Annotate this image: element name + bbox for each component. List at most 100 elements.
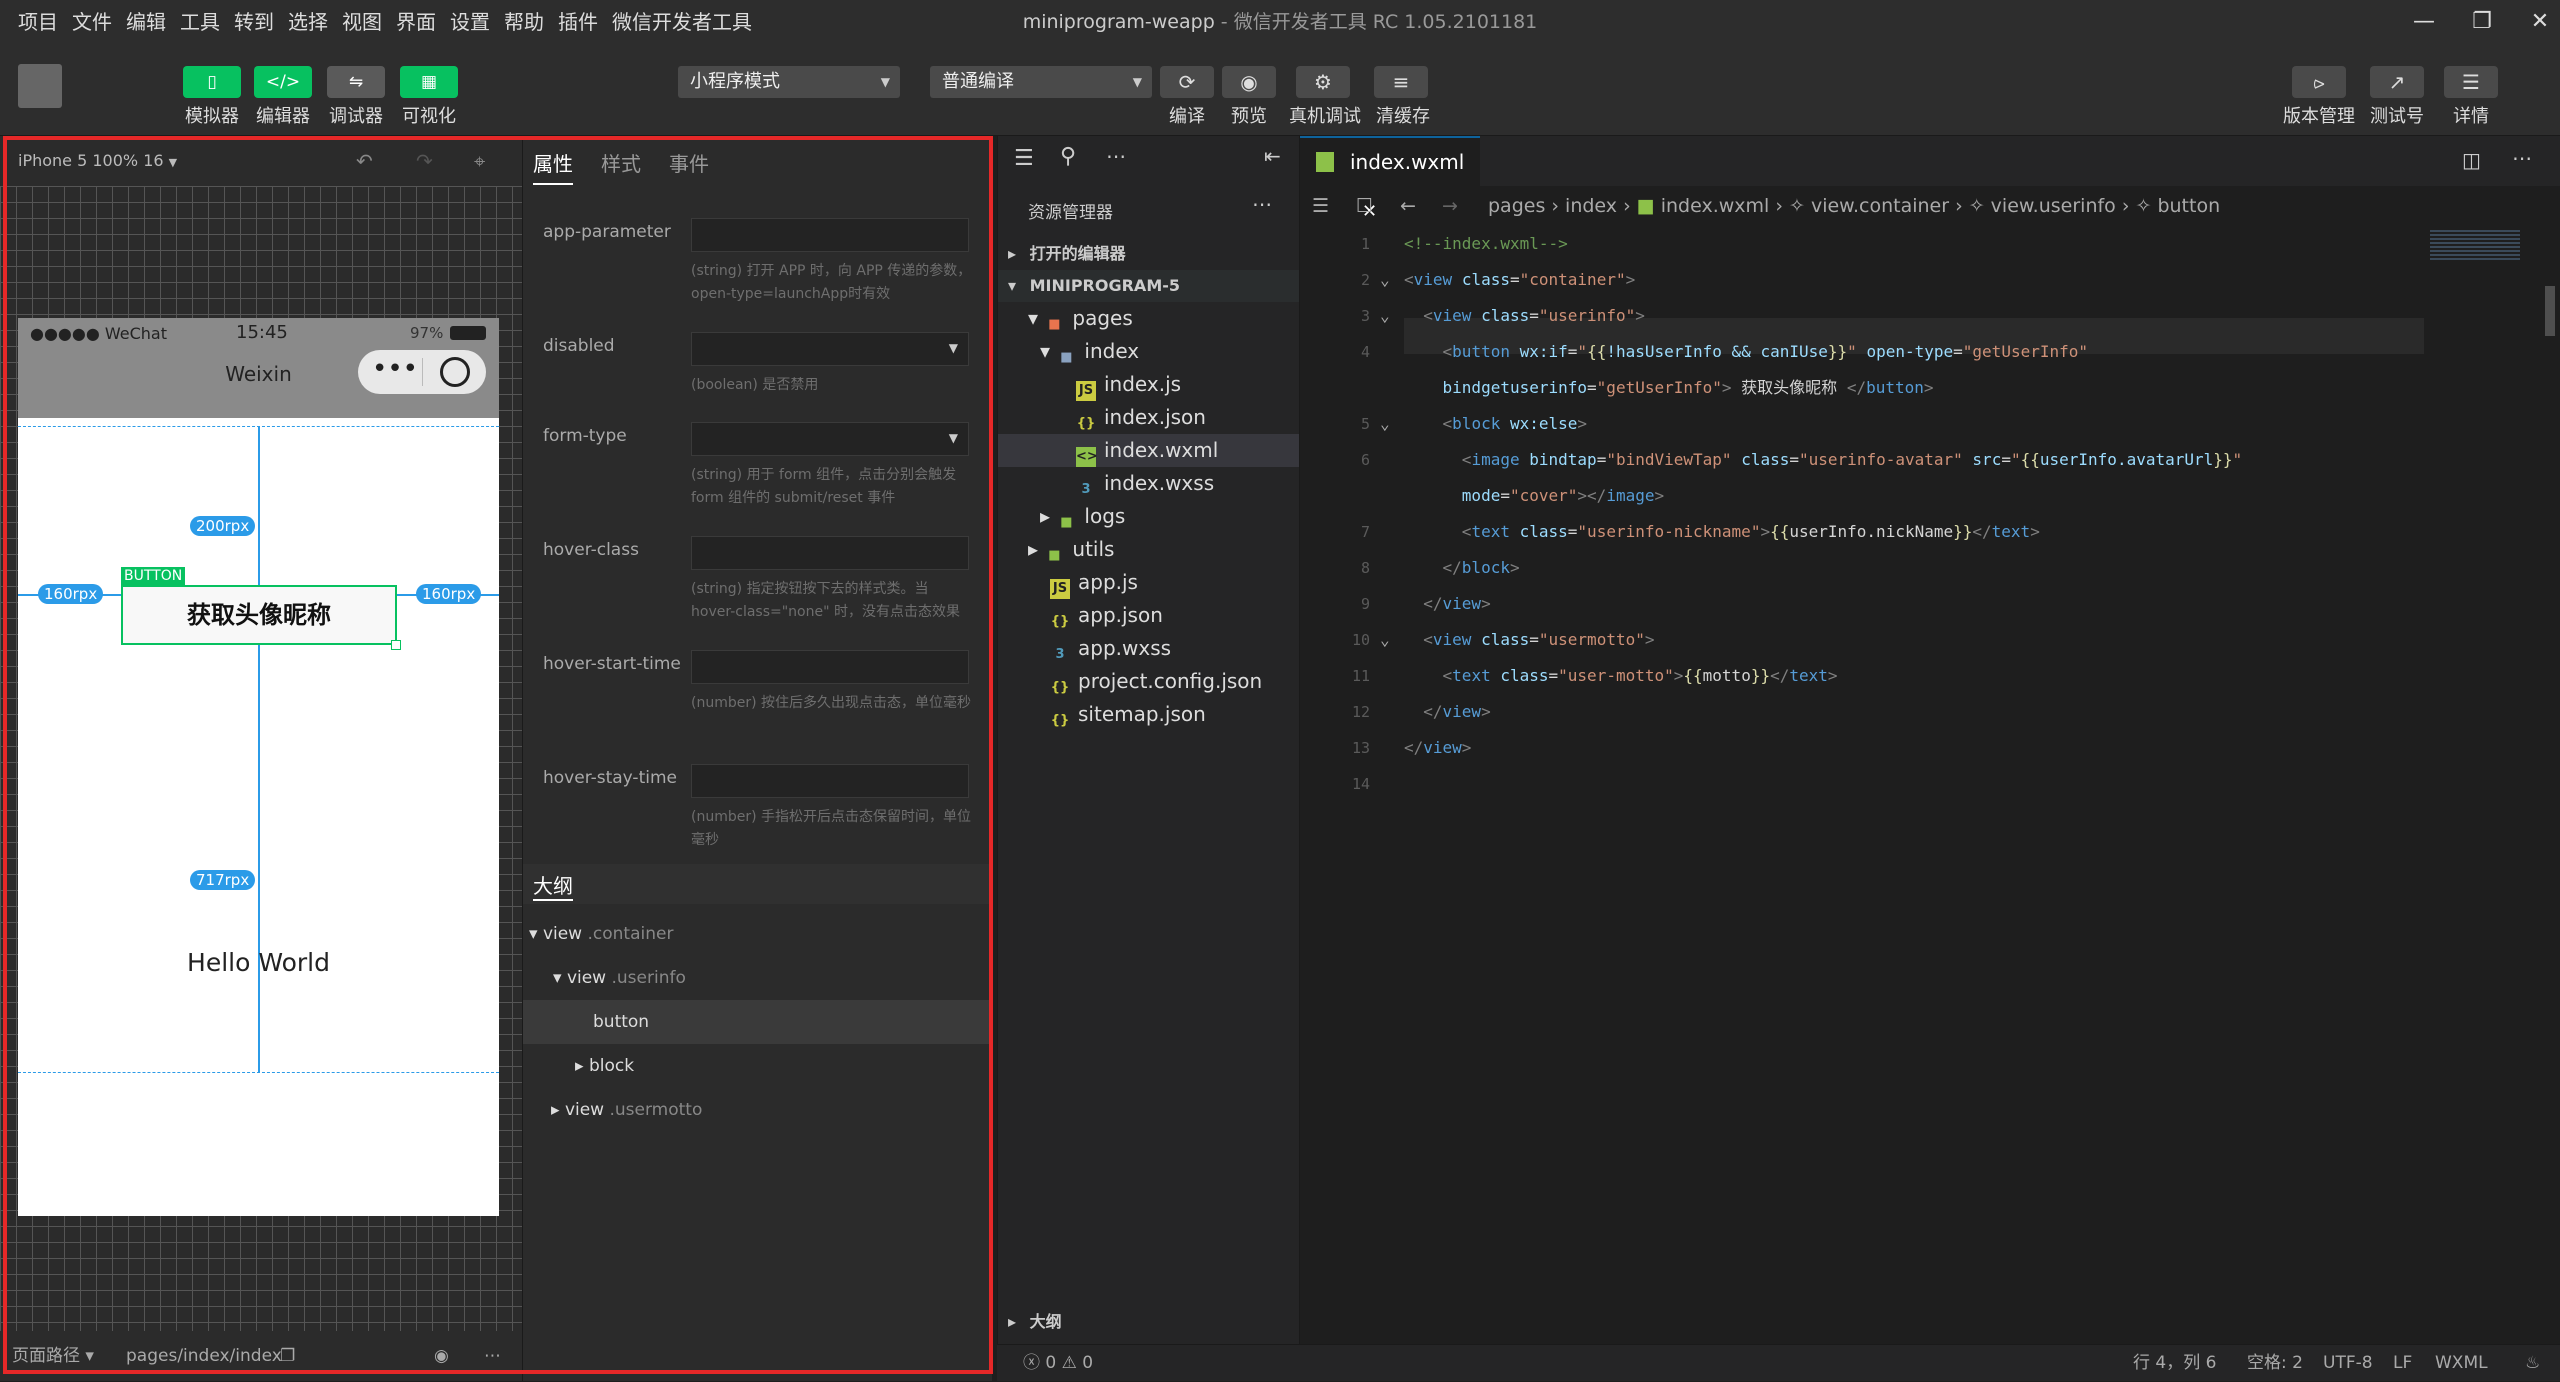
project-header[interactable]: ▾ MINIPROGRAM-5 bbox=[998, 270, 1300, 302]
tree-file[interactable]: {} sitemap.json bbox=[998, 698, 1300, 731]
close-mini-icon[interactable] bbox=[440, 357, 470, 387]
clear-cache-icon[interactable]: ≡ bbox=[1374, 66, 1428, 98]
hover-start-input[interactable] bbox=[691, 650, 969, 684]
code-line[interactable]: 12 </view> bbox=[1300, 694, 2560, 730]
editor-toggle[interactable]: </> bbox=[254, 66, 312, 98]
cursor-position[interactable]: 行 4，列 6 bbox=[2133, 1345, 2216, 1382]
tab-attributes[interactable]: 属性 bbox=[533, 148, 573, 185]
code-line[interactable]: 11 <text class="user-motto">{{motto}}</t… bbox=[1300, 658, 2560, 694]
forward-icon[interactable]: → bbox=[1442, 186, 1458, 226]
menu-view[interactable]: 视图 bbox=[342, 0, 382, 44]
more-icon[interactable]: ⋯ bbox=[1106, 144, 1126, 168]
debugger-toggle[interactable]: ⇋ bbox=[327, 66, 385, 98]
split-editor-icon[interactable]: ◫ bbox=[2462, 148, 2481, 172]
tab-index-wxml[interactable]: index.wxml ✕ bbox=[1300, 136, 1480, 222]
open-editors-header[interactable]: ▸ 打开的编辑器 bbox=[998, 238, 1300, 270]
menu-file[interactable]: 文件 bbox=[72, 0, 112, 44]
capsule-menu[interactable]: ••• bbox=[358, 350, 486, 394]
app-parameter-input[interactable] bbox=[691, 218, 969, 252]
minimize-icon[interactable]: — bbox=[2395, 0, 2453, 44]
more-icon[interactable]: ⋯ bbox=[1252, 192, 1272, 216]
tree-file[interactable]: JS app.js bbox=[998, 566, 1300, 599]
tree-file[interactable]: {} index.json bbox=[998, 401, 1300, 434]
tree-file[interactable]: JS index.js bbox=[998, 368, 1300, 401]
more-icon[interactable]: ••• bbox=[372, 354, 418, 384]
code-line[interactable]: 1 <!--index.wxml--> bbox=[1300, 226, 2560, 262]
outline-node[interactable]: ▾ view .container bbox=[523, 912, 993, 956]
code-line[interactable]: 13 </view> bbox=[1300, 730, 2560, 766]
fit-icon[interactable]: ⌖ bbox=[474, 136, 485, 186]
copy-icon[interactable]: ❐ bbox=[280, 1331, 295, 1381]
visual-toggle[interactable]: ▦ bbox=[400, 66, 458, 98]
menu-help[interactable]: 帮助 bbox=[504, 0, 544, 44]
code-line[interactable]: 4 <button wx:if="{{!hasUserInfo && canIU… bbox=[1300, 334, 2560, 370]
list-icon[interactable]: ☰ bbox=[1312, 186, 1329, 226]
compile-mode-select[interactable]: 普通编译 ▼ bbox=[930, 66, 1152, 98]
simulator-toggle[interactable]: ▯ bbox=[183, 66, 241, 98]
menu-interface[interactable]: 界面 bbox=[396, 0, 436, 44]
code-line[interactable]: bindgetuserinfo="getUserInfo"> 获取头像昵称 </… bbox=[1300, 370, 2560, 406]
code-line[interactable]: 6 <image bindtap="bindViewTap" class="us… bbox=[1300, 442, 2560, 478]
disabled-select[interactable]: ▼ bbox=[691, 332, 969, 366]
minimap[interactable] bbox=[2430, 230, 2520, 260]
more-icon[interactable]: ⋯ bbox=[484, 1331, 501, 1381]
outline-title[interactable]: 大纲 bbox=[533, 870, 573, 901]
preview-icon[interactable]: ◉ bbox=[1222, 66, 1276, 98]
indent-setting[interactable]: 空格: 2 bbox=[2247, 1345, 2303, 1382]
maximize-icon[interactable]: ❐ bbox=[2453, 0, 2511, 44]
version-control-icon[interactable]: ⪧ bbox=[2292, 66, 2346, 98]
details-icon[interactable]: ☰ bbox=[2444, 66, 2498, 98]
code-line[interactable]: 14 bbox=[1300, 766, 2560, 802]
resize-handle[interactable] bbox=[391, 640, 401, 650]
tree-folder[interactable]: ▸ ■ utils bbox=[998, 533, 1300, 566]
userinfo-button[interactable]: 获取头像昵称 bbox=[121, 585, 397, 645]
test-account-icon[interactable]: ↗ bbox=[2370, 66, 2424, 98]
menu-tools[interactable]: 工具 bbox=[180, 0, 220, 44]
encoding[interactable]: UTF-8 bbox=[2323, 1345, 2373, 1382]
device-select[interactable]: iPhone 5 100% 16 bbox=[18, 151, 164, 170]
tab-styles[interactable]: 样式 bbox=[601, 148, 641, 177]
outline-section[interactable]: ▸ 大纲 bbox=[998, 1306, 1300, 1338]
page-path-label[interactable]: 页面路径 ▾ bbox=[12, 1331, 94, 1381]
tree-file-selected[interactable]: <> index.wxml bbox=[998, 434, 1300, 467]
code-line[interactable]: 8 </block> bbox=[1300, 550, 2560, 586]
code-line[interactable]: 9 </view> bbox=[1300, 586, 2560, 622]
hover-class-input[interactable] bbox=[691, 536, 969, 570]
tree-file[interactable]: {} project.config.json bbox=[998, 665, 1300, 698]
menu-goto[interactable]: 转到 bbox=[234, 0, 274, 44]
eol[interactable]: LF bbox=[2393, 1345, 2412, 1382]
close-icon[interactable]: ✕ bbox=[2511, 0, 2560, 44]
code-line[interactable]: 7 <text class="userinfo-nickname">{{user… bbox=[1300, 514, 2560, 550]
list-icon[interactable]: ☰ bbox=[1014, 146, 1034, 171]
menu-devtools[interactable]: 微信开发者工具 bbox=[612, 0, 752, 44]
code-line[interactable]: mode="cover"></image> bbox=[1300, 478, 2560, 514]
tree-file[interactable]: {} app.json bbox=[998, 599, 1300, 632]
back-icon[interactable]: ← bbox=[1400, 186, 1416, 226]
collapse-icon[interactable]: ⇤ bbox=[1264, 144, 1281, 168]
mode-select[interactable]: 小程序模式 ▼ bbox=[678, 66, 900, 98]
more-icon[interactable]: ⋯ bbox=[2512, 146, 2532, 170]
problems-indicator[interactable]: ⓧ 0 ⚠ 0 bbox=[1023, 1345, 1093, 1382]
breadcrumb-path[interactable]: pages › index › ■ index.wxml › ✧ view.co… bbox=[1488, 186, 2220, 226]
tree-folder[interactable]: ▾ ■ pages bbox=[998, 302, 1300, 335]
menu-edit[interactable]: 编辑 bbox=[126, 0, 166, 44]
menu-plugins[interactable]: 插件 bbox=[558, 0, 598, 44]
code-line[interactable]: 10 ⌄ <view class="usermotto"> bbox=[1300, 622, 2560, 658]
menu-project[interactable]: 项目 bbox=[18, 0, 58, 44]
bell-icon[interactable]: ♨ bbox=[2525, 1345, 2540, 1382]
outline-node[interactable]: ▾ view .userinfo bbox=[523, 956, 993, 1000]
outline-node[interactable]: ▸ view .usermotto bbox=[523, 1088, 993, 1132]
tree-folder[interactable]: ▾ ■ index bbox=[998, 335, 1300, 368]
tree-file[interactable]: 3 app.wxss bbox=[998, 632, 1300, 665]
code-line[interactable]: 3 ⌄ <view class="userinfo"> bbox=[1300, 298, 2560, 334]
language-mode[interactable]: WXML bbox=[2435, 1345, 2488, 1382]
code-line[interactable]: 2 ⌄ <view class="container"> bbox=[1300, 262, 2560, 298]
eye-icon[interactable]: ◉ bbox=[434, 1331, 449, 1381]
outline-node[interactable]: ▸ block bbox=[523, 1044, 993, 1088]
hover-stay-input[interactable] bbox=[691, 764, 969, 798]
undo-icon[interactable]: ↶ bbox=[356, 136, 373, 186]
scrollbar-thumb[interactable] bbox=[2545, 286, 2555, 336]
remote-debug-icon[interactable]: ⚙ bbox=[1296, 66, 1350, 98]
compile-icon[interactable]: ⟳ bbox=[1160, 66, 1214, 98]
bookmark-icon[interactable]: ☐ bbox=[1356, 186, 1373, 226]
